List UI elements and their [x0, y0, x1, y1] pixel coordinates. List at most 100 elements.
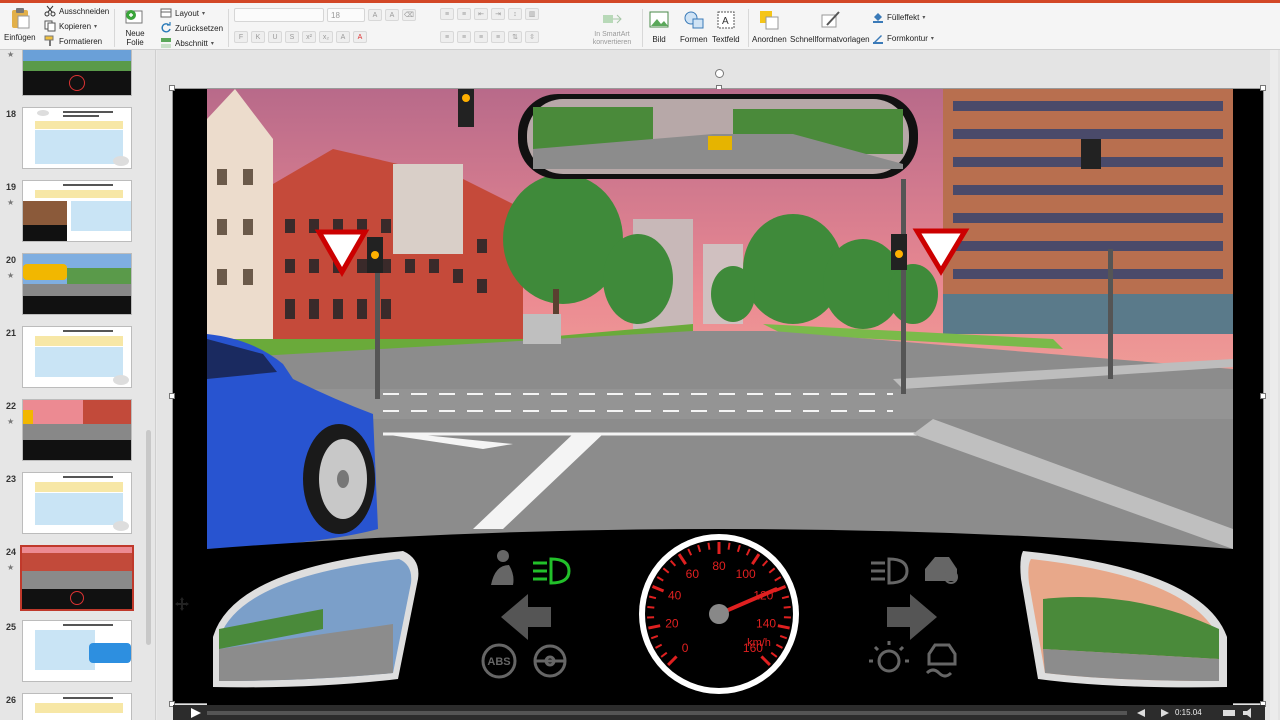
copy-button[interactable]: Kopieren ▾ [44, 20, 97, 32]
skip-back-icon[interactable] [1137, 709, 1145, 717]
thumbnail-item[interactable]: ★ [0, 50, 150, 110]
shapes-button[interactable]: Formen [680, 9, 708, 44]
slide-number: 18 [6, 109, 17, 119]
reset-icon [161, 22, 171, 33]
arrange-button[interactable]: Anordnen [752, 9, 787, 44]
slide-thumbnail[interactable] [22, 326, 132, 388]
thumbnail-item[interactable]: 18 [0, 107, 150, 169]
font-size-dropdown[interactable]: 18 [327, 8, 365, 22]
picture-label: Bild [652, 35, 666, 44]
picture-button[interactable]: Bild [648, 9, 670, 44]
cut-button[interactable]: Ausschneiden [44, 5, 109, 17]
superscript-button[interactable]: x² [302, 31, 316, 43]
shrink-font-button[interactable]: A [385, 9, 399, 21]
thumbnail-item-active[interactable]: 24 ★ [0, 545, 150, 611]
bullet-list-button[interactable]: ≡ [440, 8, 454, 20]
clear-format-button[interactable]: ⌫ [402, 9, 416, 21]
animation-star-icon: ★ [7, 271, 15, 280]
justify-button[interactable]: ≡ [491, 31, 505, 43]
copy-label: Kopieren [59, 21, 92, 31]
quick-styles-button[interactable]: Schnellformatvorlagen [790, 9, 870, 44]
font-name-dropdown[interactable] [234, 8, 324, 22]
video-progress-track[interactable] [207, 711, 1127, 715]
thumbnails-scrollbar[interactable] [146, 430, 151, 645]
speedometer-tick [727, 542, 731, 550]
fill-effect-label: Fülleffekt [887, 12, 920, 22]
fill-effect-button[interactable]: Fülleffekt ▾ [872, 11, 925, 23]
slide-thumbnail[interactable] [22, 472, 132, 534]
slide-thumbnail[interactable] [22, 107, 132, 169]
speaker-icon[interactable] [1243, 708, 1251, 718]
paintbrush-icon [44, 35, 54, 46]
textbox-button[interactable]: A Textfeld [712, 9, 740, 44]
slide-thumbnail[interactable] [22, 693, 132, 720]
speedometer-tick [647, 605, 655, 609]
paste-button[interactable]: Einfügen [4, 7, 36, 42]
canvas-scrollbar[interactable] [1270, 50, 1278, 720]
font-color-button[interactable]: A [353, 31, 367, 43]
play-icon[interactable] [191, 708, 201, 718]
thumbnail-item[interactable]: 21 [0, 326, 150, 388]
speedometer: 020406080100120140160 km/h [639, 534, 799, 694]
format-painter-button[interactable]: Formatieren [44, 35, 102, 47]
align-left-button[interactable]: ≡ [440, 31, 454, 43]
slide-number: 23 [6, 474, 17, 484]
align-center-button[interactable]: ≡ [457, 31, 471, 43]
volume-icon[interactable] [1223, 710, 1235, 716]
video-playbar[interactable]: 0:15.04 [173, 705, 1265, 720]
layout-button[interactable]: Layout ▾ [160, 7, 205, 19]
slide-thumbnail[interactable] [22, 180, 132, 242]
thumbnail-item[interactable]: 20 ★ [0, 253, 150, 315]
paragraph-group: ≡ ≡ ⇤ ⇥ ↕ ▥ [440, 8, 539, 20]
thumbnail-item[interactable]: 19 ★ [0, 180, 150, 242]
align-text-button[interactable]: ⇳ [525, 31, 539, 43]
strikethrough-button[interactable]: S [285, 31, 299, 43]
slide-thumbnails-panel[interactable]: ★ 18 19 ★ 20 ★ 21 22 ★ 23 24 ★ 25 26 [0, 50, 156, 720]
shape-outline-label: Formkontur [887, 33, 928, 43]
bold-button[interactable]: F [234, 31, 248, 43]
columns-button[interactable]: ▥ [525, 8, 539, 20]
thumbnail-item[interactable]: 25 [0, 620, 150, 682]
slide-thumbnail-active[interactable] [20, 545, 134, 611]
slide-thumbnail[interactable] [22, 253, 132, 315]
subscript-button[interactable]: x₂ [319, 31, 333, 43]
skip-forward-icon[interactable] [1161, 709, 1169, 717]
underline-button[interactable]: U [268, 31, 282, 43]
slide-editor-canvas[interactable]: ABS 020406080100120140160 km/h [157, 50, 1280, 720]
italic-button[interactable]: K [251, 31, 265, 43]
decrease-indent-button[interactable]: ⇤ [474, 8, 488, 20]
chevron-down-icon: ▾ [930, 35, 934, 42]
slide-number: 19 [6, 182, 17, 192]
speedometer-label: 100 [736, 567, 756, 581]
road-scene [207, 89, 1233, 549]
animation-star-icon: ★ [7, 198, 15, 207]
grow-font-button[interactable]: A [368, 9, 382, 21]
new-slide-button[interactable]: Neue Folie [120, 7, 150, 47]
arrange-label: Anordnen [752, 35, 787, 44]
chevron-down-icon: ▾ [202, 10, 206, 17]
shape-outline-button[interactable]: Formkontur ▾ [872, 32, 934, 44]
text-highlight-button[interactable]: A [336, 31, 350, 43]
numbered-list-button[interactable]: ≡ [457, 8, 471, 20]
video-frame[interactable]: ABS 020406080100120140160 km/h [169, 69, 1266, 720]
dashboard: ABS 020406080100120140160 km/h [207, 529, 1233, 705]
text-direction-button[interactable]: ⇅ [508, 31, 522, 43]
thumbnail-item[interactable]: 23 [0, 472, 150, 534]
slide-thumbnail[interactable] [22, 620, 132, 682]
align-right-button[interactable]: ≡ [474, 31, 488, 43]
thumbnail-item[interactable]: 22 ★ [0, 399, 150, 461]
line-spacing-button[interactable]: ↕ [508, 8, 522, 20]
thumbnail-item[interactable]: 26 [0, 693, 150, 720]
slide-number: 22 [6, 401, 17, 411]
slide-thumbnail[interactable] [22, 50, 132, 96]
slide-number: 21 [6, 328, 17, 338]
rotate-handle[interactable] [715, 69, 724, 78]
slide-number: 20 [6, 255, 17, 265]
section-button[interactable]: Abschnitt ▾ [160, 37, 214, 49]
increase-indent-button[interactable]: ⇥ [491, 8, 505, 20]
speedometer-tick [783, 605, 791, 609]
quick-styles-label: Schnellformatvorlagen [790, 35, 870, 44]
reset-button[interactable]: Zurücksetzen [160, 22, 223, 34]
smartart-button[interactable]: In SmartArt konvertieren [586, 9, 638, 47]
slide-thumbnail[interactable] [22, 399, 132, 461]
